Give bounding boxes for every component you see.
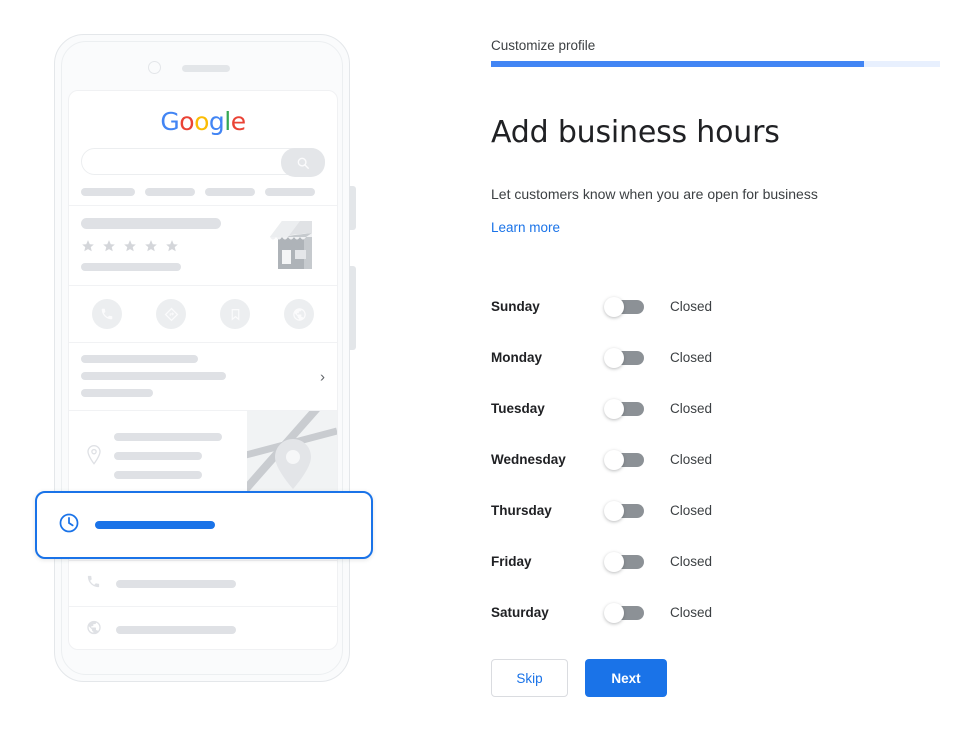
phone-side-button-lower [349,266,356,350]
preview-action-row [69,286,337,343]
page-title: Add business hours [491,115,780,150]
day-toggle-sunday[interactable] [604,296,644,317]
day-label: Saturday [491,605,549,620]
learn-more-link[interactable]: Learn more [491,220,560,235]
day-toggle-friday[interactable] [604,551,644,572]
day-status-label: Closed [670,605,713,620]
day-status-label: Closed [670,503,713,518]
preview-address-block [69,411,337,499]
toggle-knob [604,398,624,419]
toggle-knob [604,449,624,470]
placeholder-bar [81,263,181,271]
storefront-icon [266,219,324,276]
search-icon [281,148,325,177]
page-description: Let customers know when you are open for… [491,186,818,202]
day-toggle-wednesday[interactable] [604,449,644,470]
google-logo: Google [160,107,246,136]
customize-profile-form: Customize profile Add business hours Let… [491,0,963,743]
business-hours-highlight-card [35,491,373,559]
day-row: Saturday Closed [491,587,821,638]
day-toggle-monday[interactable] [604,347,644,368]
phone-icon [92,299,122,329]
progress-bar-fill [491,61,864,67]
preview-phone-row [69,561,337,607]
progress-bar-track [491,61,940,67]
day-label: Wednesday [491,452,566,467]
day-toggle-thursday[interactable] [604,500,644,521]
day-label: Friday [491,554,532,569]
toggle-knob [604,551,624,572]
toggle-knob [604,296,624,317]
preview-map-thumbnail [247,411,337,499]
day-status-label: Closed [670,350,713,365]
toggle-knob [604,347,624,368]
placeholder-bar [116,625,236,634]
skip-button[interactable]: Skip [491,659,568,697]
phone-speaker [182,65,230,72]
directions-icon [156,299,186,329]
phone-preview-illustration: Google › [0,0,470,743]
preview-website-row [69,607,337,649]
business-hours-day-list: Sunday Closed Monday Closed Tuesday Closed Wed… [491,281,821,638]
day-row: Thursday Closed [491,485,821,536]
preview-info-block: › [69,343,337,411]
day-row: Tuesday Closed [491,383,821,434]
phone-frame: Google › [54,34,356,682]
day-label: Tuesday [491,401,545,416]
preview-search-input [81,148,325,177]
toggle-knob [604,602,624,623]
day-row: Sunday Closed [491,281,821,332]
location-pin-icon [86,444,102,470]
day-label: Thursday [491,503,552,518]
preview-nav-placeholders [69,175,337,206]
day-status-label: Closed [670,554,713,569]
toggle-knob [604,500,624,521]
globe-icon [284,299,314,329]
phone-screen: Google › [68,90,338,650]
bookmark-icon [220,299,250,329]
preview-business-card [69,206,337,286]
placeholder-bar [116,579,236,588]
day-row: Friday Closed [491,536,821,587]
day-label: Monday [491,350,543,365]
day-toggle-saturday[interactable] [604,602,644,623]
onboarding-page: Google › Customize profile Add business … [0,0,963,743]
day-status-label: Closed [670,299,713,314]
placeholder-bar [81,218,221,229]
phone-camera-icon [148,61,161,74]
next-button[interactable]: Next [585,659,667,697]
form-actions: Skip Next [491,659,667,697]
day-row: Monday Closed [491,332,821,383]
day-toggle-tuesday[interactable] [604,398,644,419]
day-label: Sunday [491,299,540,314]
clock-icon [58,512,80,539]
phone-side-button-upper [349,186,356,230]
phone-icon [86,574,101,594]
globe-icon [86,619,102,640]
day-status-label: Closed [670,452,713,467]
chevron-right-icon: › [320,368,325,385]
day-row: Wednesday Closed [491,434,821,485]
day-status-label: Closed [670,401,713,416]
breadcrumb: Customize profile [491,38,596,53]
placeholder-bar-highlight [95,521,215,529]
